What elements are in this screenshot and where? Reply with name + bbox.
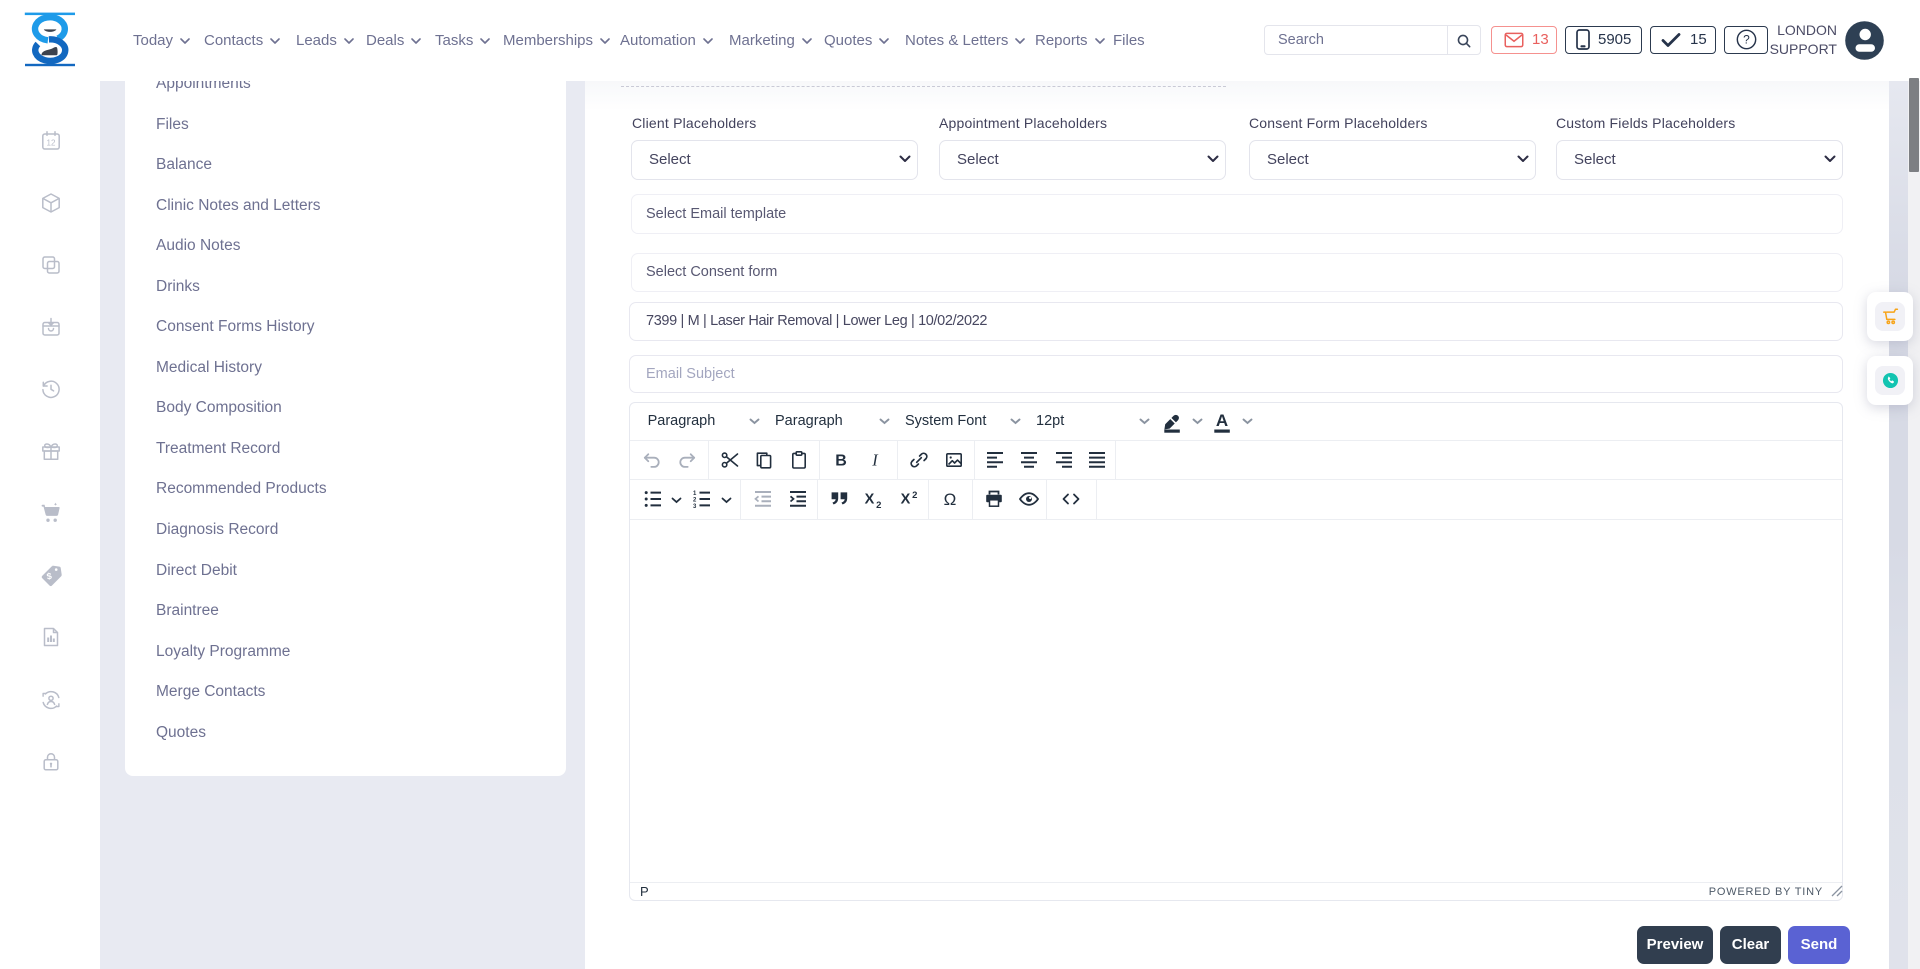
svg-text:X: X bbox=[900, 492, 910, 508]
svg-text:A: A bbox=[1216, 411, 1228, 430]
svg-text:3: 3 bbox=[693, 504, 697, 508]
svg-text:I: I bbox=[871, 451, 879, 470]
svg-text:2: 2 bbox=[876, 500, 881, 509]
svg-text:X: X bbox=[865, 492, 875, 508]
svg-text:2: 2 bbox=[912, 490, 917, 501]
svg-text:Ω: Ω bbox=[944, 490, 957, 509]
svg-text:B: B bbox=[835, 453, 847, 470]
svg-text:1: 1 bbox=[693, 491, 697, 497]
svg-text:12: 12 bbox=[47, 139, 56, 148]
svg-text:?: ? bbox=[1743, 33, 1750, 47]
svg-text:2: 2 bbox=[693, 498, 697, 504]
